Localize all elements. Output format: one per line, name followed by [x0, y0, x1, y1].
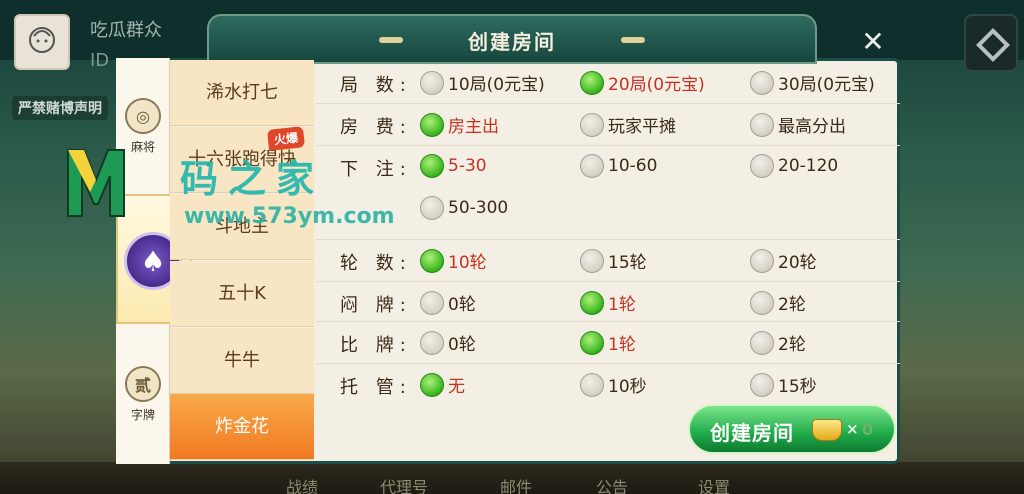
radio-option[interactable]: 15轮: [580, 248, 647, 273]
option-row-rounds: 局 数: 10局(0元宝) 20局(0元宝) 30局(0元宝): [316, 62, 900, 104]
radio-option[interactable]: 30局(0元宝): [750, 70, 875, 95]
radio-option[interactable]: 0轮: [420, 290, 476, 315]
create-room-label: 创建房间: [710, 421, 794, 445]
option-label: 下 注:: [340, 159, 412, 180]
radio-icon: [420, 196, 444, 220]
game-tab[interactable]: 浠水打七: [170, 60, 314, 126]
option-row-fee: 房 费: 房主出 玩家平摊 最高分出: [316, 104, 900, 146]
option-row-blind: 闷 牌: 0轮 1轮 2轮: [316, 282, 900, 322]
radio-option[interactable]: 20轮: [750, 248, 817, 273]
radio-icon: [420, 330, 444, 355]
radio-checked-icon: [580, 70, 604, 95]
game-list: 浠水打七 十六张跑得快 斗地主 五十K 牛牛 炸金花: [170, 60, 314, 460]
radio-checked-icon: [420, 154, 444, 178]
player-id: ID: [90, 50, 110, 71]
watermark-url: www.573ym.com: [184, 204, 395, 229]
radio-option[interactable]: 2轮: [750, 290, 806, 315]
radio-icon: [750, 290, 774, 315]
radio-option[interactable]: 2轮: [750, 330, 806, 355]
option-label: 闷 牌:: [340, 295, 412, 316]
radio-option[interactable]: 最高分出: [750, 112, 846, 137]
radio-icon: [750, 248, 774, 273]
radio-icon: [420, 290, 444, 315]
radio-option[interactable]: 20-120: [750, 154, 838, 178]
multiplier-sign: ×: [846, 420, 859, 438]
radio-icon: [580, 112, 604, 137]
dialog-title: 创建房间: [468, 30, 556, 54]
radio-option[interactable]: 50-300: [420, 196, 508, 220]
close-icon[interactable]: ✕: [858, 28, 888, 58]
radio-option[interactable]: 10轮: [420, 248, 487, 273]
radio-icon: [420, 70, 444, 95]
radio-checked-icon: [420, 248, 444, 273]
radio-option[interactable]: 10秒: [580, 372, 647, 397]
nav-item[interactable]: 公告: [596, 474, 628, 494]
nav-item[interactable]: 邮件: [500, 474, 532, 494]
radio-option[interactable]: 0轮: [420, 330, 476, 355]
radio-icon: [750, 330, 774, 355]
radio-option[interactable]: 20局(0元宝): [580, 70, 705, 95]
avatar[interactable]: [14, 14, 70, 70]
radio-checked-icon: [580, 330, 604, 355]
radio-checked-icon: [420, 372, 444, 397]
option-label: 托 管:: [340, 377, 412, 398]
zipai-icon: 贰: [125, 366, 161, 402]
radio-option[interactable]: 房主出: [420, 112, 499, 137]
radio-icon: [750, 70, 774, 95]
watermark-text: 码之家: [180, 157, 325, 201]
radio-icon: [580, 372, 604, 397]
radio-checked-icon: [420, 112, 444, 137]
title-decoration: [621, 37, 645, 43]
dialog-title-bar: 创建房间: [207, 14, 817, 64]
create-room-button[interactable]: 创建房间 × 0: [688, 404, 896, 454]
option-row-turns: 轮 数: 10轮 15轮 20轮: [316, 240, 900, 282]
radio-option[interactable]: 10局(0元宝): [420, 70, 545, 95]
cost-value: 0: [862, 420, 874, 439]
option-row-bet: 下 注: 5-30 10-60 20-120 50-300: [316, 146, 900, 240]
radio-icon: [580, 248, 604, 273]
option-label: 房 费:: [340, 117, 412, 138]
option-label: 局 数:: [340, 75, 412, 96]
mahjong-icon: ◎: [125, 98, 161, 134]
nav-item[interactable]: 设置: [698, 474, 730, 494]
game-tab[interactable]: 五十K: [170, 261, 314, 327]
corner-menu-button[interactable]: [964, 14, 1018, 72]
radio-option[interactable]: 无: [420, 372, 465, 397]
game-tab[interactable]: 牛牛: [170, 328, 314, 394]
bottom-nav: 战绩 代理号 邮件 公告 设置: [0, 462, 1024, 494]
option-row-compare: 比 牌: 0轮 1轮 2轮: [316, 322, 900, 364]
diamond-icon: [976, 28, 1010, 62]
option-row-autoplay: 托 管: 无 10秒 15秒: [316, 364, 900, 406]
radio-icon: [750, 154, 774, 178]
radio-icon: [750, 372, 774, 397]
notice-label[interactable]: 严禁赌博声明: [12, 96, 108, 120]
room-options: 局 数: 10局(0元宝) 20局(0元宝) 30局(0元宝) 房 费: 房主出…: [316, 62, 900, 412]
radio-option[interactable]: 1轮: [580, 330, 636, 355]
nav-item[interactable]: 战绩: [286, 474, 318, 494]
radio-checked-icon: [580, 290, 604, 315]
game-tab-selected[interactable]: 炸金花: [170, 394, 314, 460]
radio-icon: [750, 112, 774, 137]
radio-option[interactable]: 1轮: [580, 290, 636, 315]
radio-option[interactable]: 15秒: [750, 372, 817, 397]
watermark-logo-icon: [67, 149, 125, 217]
radio-option[interactable]: 5-30: [420, 154, 487, 178]
avatar-icon: [29, 27, 55, 53]
radio-option[interactable]: 10-60: [580, 154, 657, 178]
player-name: 吃瓜群众: [90, 20, 162, 41]
gold-ingot-icon: [812, 419, 842, 441]
option-label: 比 牌:: [340, 335, 412, 356]
nav-item[interactable]: 代理号: [380, 474, 428, 494]
radio-icon: [580, 154, 604, 178]
category-label: 字牌: [130, 408, 155, 422]
option-label: 轮 数:: [340, 253, 412, 274]
radio-option[interactable]: 玩家平摊: [580, 112, 676, 137]
category-zipai[interactable]: 贰 字牌: [116, 366, 170, 423]
